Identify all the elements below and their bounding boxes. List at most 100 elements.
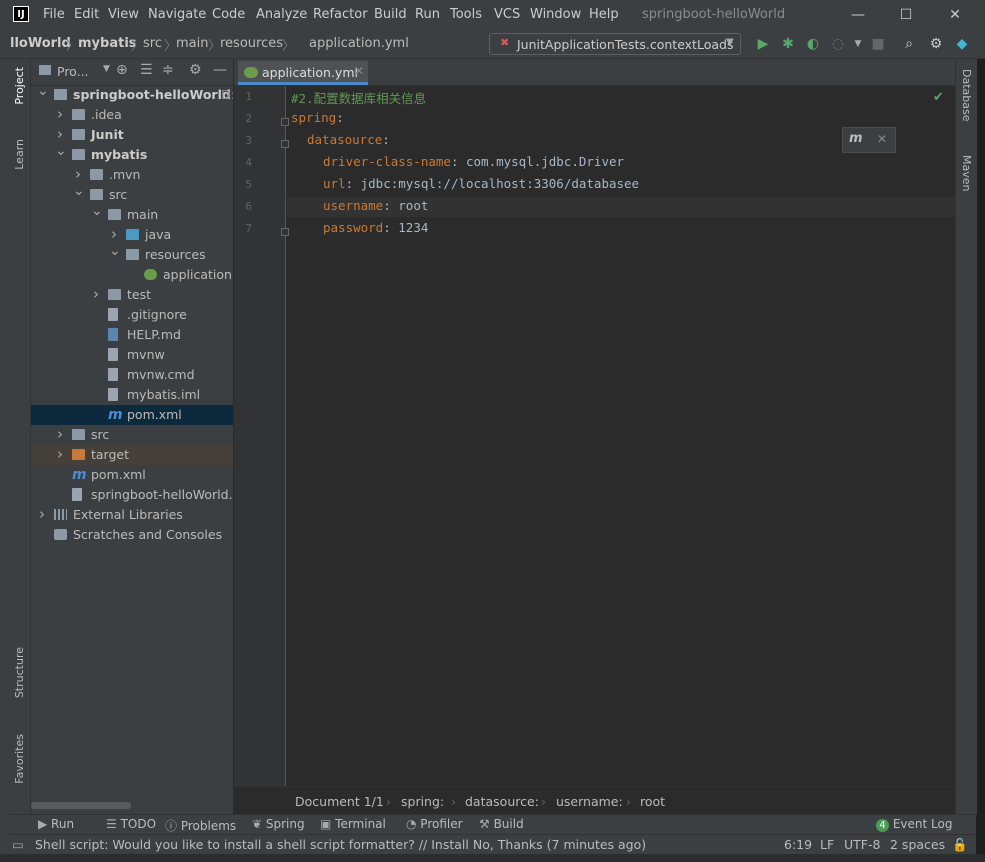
code-line[interactable]: driver-class-name: com.mysql.jdbc.Driver: [323, 154, 624, 169]
event-log-button[interactable]: 4 Event Log: [876, 817, 952, 832]
menu-view[interactable]: View: [108, 7, 139, 22]
menu-window[interactable]: Window: [530, 7, 581, 22]
debug-icon[interactable]: ✱: [779, 35, 797, 53]
chevron-down-icon[interactable]: ▼: [103, 64, 110, 74]
code-line[interactable]: url: jdbc:mysql://localhost:3306/databas…: [323, 176, 639, 191]
stop-icon[interactable]: ■: [869, 35, 887, 53]
spring-tool-button[interactable]: ❦ Spring: [252, 817, 305, 831]
code-line[interactable]: password: 1234: [323, 220, 428, 235]
expand-all-icon[interactable]: ☰: [140, 62, 153, 78]
run-tool-button[interactable]: ▶ Run: [38, 817, 74, 831]
chevron-right-icon[interactable]: ›: [37, 504, 47, 524]
line-separator[interactable]: LF: [820, 837, 834, 852]
tab-application-yml[interactable]: application.yml ✕: [238, 61, 368, 85]
tree-row[interactable]: ⌄ src: [31, 183, 233, 205]
tree-row[interactable]: › External Libraries: [31, 505, 233, 525]
lock-icon[interactable]: 🔓: [952, 837, 968, 853]
fold-marker-icon[interactable]: [281, 140, 289, 148]
tree-row[interactable]: › .mvn: [31, 165, 233, 185]
coverage-icon[interactable]: ◐: [804, 35, 822, 53]
tab-project[interactable]: Project: [13, 67, 26, 105]
breadcrumb-resources[interactable]: resources: [220, 36, 283, 51]
tree-row[interactable]: ⌄ mybatis: [31, 143, 233, 165]
breadcrumb-file[interactable]: application.yml: [309, 36, 409, 51]
maximize-icon[interactable]: ☐: [894, 3, 918, 27]
maven-reload-icon[interactable]: m: [849, 131, 863, 146]
menu-file[interactable]: File: [43, 7, 65, 22]
menu-run[interactable]: Run: [415, 7, 440, 22]
code-line[interactable]: spring:: [291, 110, 344, 125]
search-icon[interactable]: ⌕: [900, 35, 918, 53]
tab-maven[interactable]: Maven: [960, 155, 973, 191]
tree-row[interactable]: ⌄ main: [31, 203, 233, 225]
settings-gear-icon[interactable]: ⚙: [927, 35, 945, 53]
profile-icon[interactable]: ◌: [829, 35, 847, 53]
chevron-down-icon[interactable]: ⌄: [91, 201, 103, 221]
tab-database[interactable]: Database: [960, 69, 973, 122]
tab-learn[interactable]: Learn: [13, 139, 26, 170]
profiler-tool-button[interactable]: ◔ Profiler: [406, 817, 463, 831]
tree-row[interactable]: ⌄ springboot-helloWorldD:: [31, 83, 233, 105]
caret-position[interactable]: 6:19: [784, 837, 812, 852]
code-line[interactable]: username: root: [323, 198, 428, 213]
menu-edit[interactable]: Edit: [74, 7, 99, 22]
tree-row[interactable]: HELP.md: [31, 325, 233, 345]
hide-panel-icon[interactable]: —: [213, 62, 227, 78]
chevron-right-icon[interactable]: ›: [55, 444, 65, 464]
tree-row[interactable]: mybatis.iml: [31, 385, 233, 405]
code-line[interactable]: datasource:: [307, 132, 390, 147]
menu-build[interactable]: Build: [374, 7, 407, 22]
tree-row[interactable]: .gitignore: [31, 305, 233, 325]
todo-tool-button[interactable]: ☰ TODO: [106, 817, 156, 831]
fold-marker-icon[interactable]: [281, 228, 289, 236]
breadcrumb-username[interactable]: username:: [556, 794, 623, 809]
tree-row[interactable]: › test: [31, 285, 233, 305]
breadcrumb-document[interactable]: Document 1/1: [295, 794, 384, 809]
chevron-down-icon[interactable]: ⌄: [55, 141, 67, 161]
run-icon[interactable]: ▶: [754, 35, 772, 53]
menu-code[interactable]: Code: [212, 7, 245, 22]
build-tool-button[interactable]: ⚒ Build: [479, 817, 524, 831]
gear-icon[interactable]: ⚙: [189, 62, 202, 78]
indent-setting[interactable]: 2 spaces: [890, 837, 945, 852]
breadcrumb-main[interactable]: main: [176, 36, 208, 51]
chevron-down-icon[interactable]: ▼: [849, 35, 867, 53]
close-icon[interactable]: ✕: [943, 3, 967, 27]
tree-row[interactable]: › java: [31, 225, 233, 245]
menu-refactor[interactable]: Refactor: [313, 7, 368, 22]
menu-navigate[interactable]: Navigate: [148, 7, 206, 22]
tree-row[interactable]: › target: [31, 445, 233, 465]
locate-file-icon[interactable]: ⊕: [116, 62, 128, 78]
chevron-right-icon[interactable]: ›: [91, 284, 101, 304]
fold-marker-icon[interactable]: [281, 118, 289, 126]
code-line[interactable]: #2.配置数据库相关信息: [291, 88, 426, 107]
menu-analyze[interactable]: Analyze: [256, 7, 307, 22]
status-message[interactable]: Shell script: Would you like to install …: [35, 837, 646, 852]
file-encoding[interactable]: UTF-8: [844, 837, 880, 852]
tree-row[interactable]: mvnw: [31, 345, 233, 365]
tree-row[interactable]: › src: [31, 425, 233, 445]
terminal-tool-button[interactable]: ▣ Terminal: [320, 817, 386, 831]
tree-row[interactable]: m pom.xml: [31, 405, 233, 425]
chevron-right-icon[interactable]: ›: [55, 104, 65, 124]
chevron-down-icon[interactable]: ⌄: [73, 181, 85, 201]
problems-tool-button[interactable]: ⓘ Problems: [165, 817, 236, 834]
menu-tools[interactable]: Tools: [450, 7, 482, 22]
tree-row[interactable]: ⌄ resources: [31, 243, 233, 265]
close-icon[interactable]: ✕: [877, 132, 887, 146]
minimize-icon[interactable]: —: [846, 3, 870, 27]
chevron-down-icon[interactable]: ⌄: [37, 81, 49, 101]
tree-row[interactable]: application.y: [31, 265, 233, 285]
panel-toggle-icon[interactable]: ▭: [12, 837, 24, 852]
tree-row[interactable]: springboot-helloWorld.i: [31, 485, 233, 505]
collapse-all-icon[interactable]: ≑: [162, 62, 174, 78]
breadcrumb-module[interactable]: mybatis: [78, 36, 137, 51]
chevron-right-icon[interactable]: ›: [55, 424, 65, 444]
tree-row[interactable]: m pom.xml: [31, 465, 233, 485]
tab-structure[interactable]: Structure: [13, 647, 26, 698]
menu-vcs[interactable]: VCS: [494, 7, 520, 22]
breadcrumb-spring[interactable]: spring:: [401, 794, 444, 809]
close-tab-icon[interactable]: ✕: [354, 64, 364, 78]
code-editor[interactable]: [234, 86, 955, 786]
chevron-down-icon[interactable]: ⌄: [109, 241, 121, 261]
